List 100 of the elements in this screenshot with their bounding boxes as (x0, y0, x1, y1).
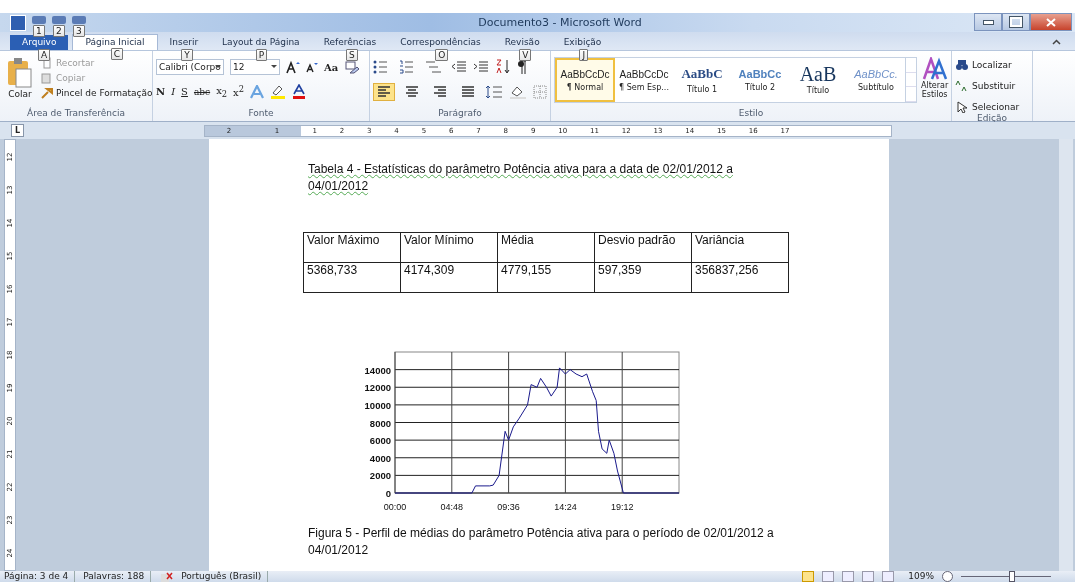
font-color-icon[interactable] (292, 84, 307, 99)
shrink-font-icon[interactable] (306, 61, 318, 73)
change-case-button[interactable]: Aa (324, 61, 339, 73)
keytip: V (519, 49, 532, 61)
y-tick-label: 0 (385, 488, 391, 499)
proofing-icon[interactable] (159, 571, 174, 582)
x-tick-label: 14:24 (554, 502, 577, 512)
grow-font-icon[interactable] (286, 60, 300, 74)
zoom-slider-thumb[interactable] (1008, 571, 1015, 582)
pilcrow-icon[interactable] (517, 59, 527, 74)
table-header-cell: Média (497, 232, 595, 263)
format-button[interactable]: I (171, 86, 176, 97)
highlight-icon[interactable] (270, 84, 287, 99)
paste-button[interactable]: Colar (3, 57, 37, 108)
clipboard-icon (7, 57, 33, 89)
table-cell: 5368,733 (303, 262, 401, 293)
keytip: 1 (33, 24, 45, 37)
paintbrush-icon (41, 87, 53, 99)
cursor-icon (955, 101, 969, 113)
table-cell: 4779,155 (497, 262, 595, 293)
copy-icon (41, 72, 53, 84)
group-label: Estilo (737, 108, 765, 120)
ribbon-tab[interactable]: Referências (311, 35, 389, 50)
editing-command[interactable]: Localizar (955, 59, 1029, 71)
x-tick-label: 19:12 (610, 502, 634, 512)
format-button[interactable]: S (181, 86, 188, 97)
replace-icon (955, 80, 969, 92)
y-tick-label: 8000 (369, 417, 391, 429)
table-cell: 356837,256 (691, 262, 789, 293)
word-count[interactable]: Palavras: 188 (83, 571, 152, 582)
keytip: O (435, 49, 449, 61)
close-button[interactable] (1030, 13, 1072, 31)
y-tick-label: 6000 (369, 435, 391, 447)
change-styles-button[interactable]: Alterar Estilos (921, 57, 949, 108)
group-label: Área de Transferência (26, 108, 126, 120)
x-tick-label: 04:48 (440, 502, 464, 512)
table-cell: 597,359 (594, 262, 692, 293)
tab-selector-button[interactable]: L (11, 124, 24, 137)
keytip: 3 (73, 24, 85, 37)
letters-icon (921, 57, 948, 81)
y-tick-label: 4000 (369, 452, 391, 464)
minimize-button[interactable] (974, 13, 1002, 31)
font-name-field[interactable]: Calibri (Corpo (156, 59, 224, 75)
group-label: Parágrafo (437, 108, 483, 120)
table-cell: 4174,309 (400, 262, 498, 293)
ribbon-tab[interactable]: Exibição (551, 35, 614, 50)
group-label: Fonte (247, 108, 275, 120)
ribbon-tab[interactable]: Correspondências (388, 35, 493, 50)
format-button[interactable]: x$_{2}$ (216, 84, 228, 99)
y-tick-label: 12000 (364, 382, 391, 394)
alignment-icon (433, 86, 447, 98)
y-tick-label: 14000 (364, 364, 391, 376)
ribbon-tab[interactable]: Layout da Página (210, 35, 312, 50)
editing-command[interactable]: Selecionar (955, 101, 1029, 113)
binoculars-icon (955, 59, 969, 71)
alignment-icon (377, 86, 391, 98)
zoom-level[interactable]: 109% (908, 571, 934, 582)
font-size-field[interactable]: 12 (230, 59, 280, 75)
clear-formatting-icon[interactable] (344, 60, 360, 74)
align-button[interactable] (373, 83, 395, 101)
format-button[interactable]: abc (193, 86, 211, 97)
vertical-scrollbar[interactable] (1059, 139, 1073, 571)
window-title: Documento3 - Microsoft Word (477, 16, 643, 29)
zoom-out-button[interactable] (942, 571, 953, 582)
increase-indent-icon[interactable] (473, 59, 489, 74)
quick-access-button[interactable] (32, 15, 46, 24)
format-button[interactable]: x$^{2}$ (233, 84, 245, 99)
ribbon-tab[interactable]: Inserir (157, 35, 211, 50)
alignment-icon (405, 86, 419, 98)
quick-access-button[interactable] (52, 15, 66, 24)
word-logo-icon[interactable] (10, 14, 26, 31)
line-spacing-icon[interactable] (485, 85, 503, 99)
ribbon-tab[interactable]: Arquivo (10, 35, 69, 50)
maximize-button[interactable] (1002, 13, 1030, 31)
group-label: Edição (976, 113, 1008, 123)
close-icon (1046, 17, 1056, 27)
x-tick-label: 00:00 (383, 502, 407, 512)
format-button[interactable]: N (156, 86, 166, 97)
style-option[interactable]: AaBbCc Título 2 (731, 58, 789, 102)
page-count[interactable]: Página: 3 de 4 (4, 571, 76, 582)
y-tick-label: 10000 (364, 399, 391, 411)
decrease-indent-icon[interactable] (451, 59, 467, 74)
table-caption: Tabela 4 - Estatísticas do parâmetro Potência ativa para a data de 02/01/2012 a 04/01/2012 (308, 161, 734, 195)
ribbon-tab[interactable]: Página Inicial (72, 34, 158, 50)
ribbon-tab[interactable]: Revisão (492, 35, 552, 50)
language-indicator[interactable]: Português (Brasil) (181, 571, 269, 582)
table-header-cell: Valor Máximo (303, 232, 401, 263)
quick-access-button[interactable] (72, 15, 86, 24)
shading-icon[interactable] (509, 85, 527, 99)
x-tick-label: 09:36 (497, 502, 520, 512)
style-option[interactable]: AaB Título (789, 58, 847, 102)
style-option[interactable]: AaBbC Título 1 (673, 58, 731, 102)
editing-command[interactable]: Substituir (955, 80, 1029, 92)
clipboard-command[interactable]: Pincel de Formatação (41, 87, 153, 99)
keytip: 2 (53, 24, 65, 37)
collapse-ribbon-icon[interactable] (1052, 39, 1061, 45)
style-option[interactable]: AaBbCc. Subtítulo (847, 58, 905, 102)
sort-icon[interactable] (495, 59, 511, 74)
style-option[interactable]: AaBbCcDc ¶ Sem Esp... (615, 58, 673, 102)
alignment-icon (461, 86, 475, 98)
